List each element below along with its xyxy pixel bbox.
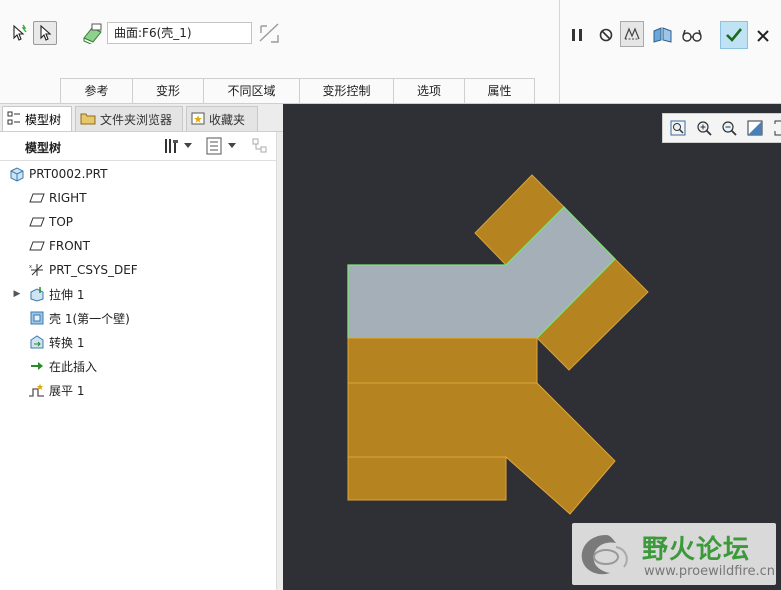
cancel-x-icon[interactable]: [751, 24, 775, 48]
graphics-window[interactable]: 野火论坛 www.proewildfire.cn: [283, 104, 781, 590]
favorites-icon: [191, 111, 205, 128]
flip-direction-icon[interactable]: [257, 21, 281, 45]
navigator-tabs: 模型树 文件夹浏览器 收藏夹: [0, 104, 283, 132]
tree-item-label: 壳 1(第一个壁): [49, 311, 130, 326]
navigator-panel: 模型树 文件夹浏览器 收藏夹 模型树 PRT0002.PRT RIGHT TOP…: [0, 104, 284, 590]
csys-icon: x: [28, 261, 46, 279]
conversion-icon: [28, 333, 46, 351]
refit-zoom-icon[interactable]: [669, 119, 687, 137]
surface-selection-field[interactable]: 曲面:F6(壳_1): [107, 22, 252, 44]
tree-item-right[interactable]: RIGHT: [28, 187, 87, 209]
smart-select-icon[interactable]: [8, 21, 32, 45]
settings-tools-icon[interactable]: [162, 137, 180, 155]
svg-text:x: x: [29, 264, 32, 270]
show-list-icon[interactable]: [205, 137, 223, 155]
flattened-sheet-metal-part[interactable]: [283, 104, 781, 590]
tree-item-conversion[interactable]: 转换 1: [28, 331, 84, 353]
model-tree-header: 模型树: [0, 132, 276, 161]
tree-item-label: 转换 1: [49, 335, 85, 350]
forum-watermark: 野火论坛 www.proewildfire.cn: [572, 523, 776, 585]
tab-model-tree[interactable]: 模型树: [2, 106, 72, 131]
surface-collector-icon: [80, 21, 104, 45]
model-tree-icon: [7, 111, 21, 128]
display-style-icon[interactable]: [770, 119, 781, 137]
tree-item-label: PRT_CSYS_DEF: [49, 263, 138, 277]
tree-item-csys[interactable]: x PRT_CSYS_DEF: [28, 259, 138, 281]
model-tree-title: 模型树: [25, 141, 62, 155]
watermark-url: www.proewildfire.cn: [644, 564, 775, 579]
tree-item-part[interactable]: PRT0002.PRT: [8, 163, 107, 185]
tab-deform[interactable]: 变形: [132, 78, 203, 103]
show-dropdown-chevron-icon[interactable]: [227, 137, 237, 155]
tab-deform-control[interactable]: 变形控制: [299, 78, 393, 103]
sheet-wall-bottom[interactable]: [347, 456, 507, 501]
toolbar-separator: [559, 0, 560, 103]
tree-item-label: TOP: [49, 215, 74, 229]
dashboard-tabs: 参考 变形 不同区域 变形控制 选项 属性: [60, 78, 535, 103]
tree-item-top[interactable]: TOP: [28, 211, 73, 233]
extrude-icon: [28, 285, 46, 303]
tab-folder-browser[interactable]: 文件夹浏览器: [75, 106, 183, 131]
expand-arrow-icon[interactable]: ▶: [12, 283, 22, 305]
datum-plane-icon: [28, 213, 46, 231]
tree-item-front[interactable]: FRONT: [28, 235, 90, 257]
tab-properties[interactable]: 属性: [464, 78, 535, 103]
datum-plane-icon: [28, 237, 46, 255]
flatten-icon: [28, 381, 46, 399]
proewildfire-logo-icon: [581, 535, 628, 575]
datum-plane-icon: [28, 189, 46, 207]
tree-item-insert-here[interactable]: 在此插入: [28, 355, 97, 377]
tab-folder-browser-label: 文件夹浏览器: [100, 112, 173, 127]
tree-item-label: FRONT: [49, 239, 90, 253]
zoom-in-icon[interactable]: [695, 119, 713, 137]
no-preview-icon[interactable]: [594, 23, 618, 47]
tab-favorites[interactable]: 收藏夹: [186, 106, 258, 131]
tree-item-label: 在此插入: [49, 359, 98, 374]
tree-item-shell[interactable]: 壳 1(第一个壁): [28, 307, 130, 329]
dashboard-toolbar: 曲面:F6(壳_1) 参考 变形 不同区域 变形控制 选项 属性: [0, 0, 781, 104]
view-toolbar: [662, 113, 781, 143]
filter-tree-icon[interactable]: [251, 137, 269, 155]
sheet-wall-band[interactable]: [347, 337, 538, 384]
tree-item-label: 展平 1: [49, 383, 85, 398]
geometry-preview-icon[interactable]: [651, 23, 675, 47]
tree-item-label: RIGHT: [49, 191, 87, 205]
tab-different-regions[interactable]: 不同区域: [203, 78, 299, 103]
pause-icon[interactable]: [565, 23, 589, 47]
attached-preview-icon[interactable]: [620, 21, 644, 47]
select-arrow-button[interactable]: [33, 21, 57, 45]
tab-favorites-label: 收藏夹: [209, 112, 246, 127]
tree-item-extrude[interactable]: 拉伸 1: [28, 283, 84, 305]
watermark-title: 野火论坛: [642, 535, 751, 565]
tab-model-tree-label: 模型树: [25, 112, 62, 127]
tree-item-label: PRT0002.PRT: [29, 167, 108, 181]
shell-icon: [28, 309, 46, 327]
tab-references[interactable]: 参考: [60, 78, 132, 103]
part-icon: [8, 165, 26, 183]
repaint-icon[interactable]: [746, 119, 764, 137]
verify-glasses-icon[interactable]: [680, 23, 704, 47]
zoom-out-icon[interactable]: [720, 119, 738, 137]
insert-here-arrow-icon: [28, 357, 46, 375]
settings-dropdown-chevron-icon[interactable]: [183, 137, 193, 155]
tree-item-flatten[interactable]: 展平 1: [28, 379, 84, 401]
tree-item-label: 拉伸 1: [49, 287, 85, 302]
confirm-checkmark-button[interactable]: [720, 21, 748, 49]
tab-options[interactable]: 选项: [393, 78, 464, 103]
folder-icon: [80, 111, 96, 128]
